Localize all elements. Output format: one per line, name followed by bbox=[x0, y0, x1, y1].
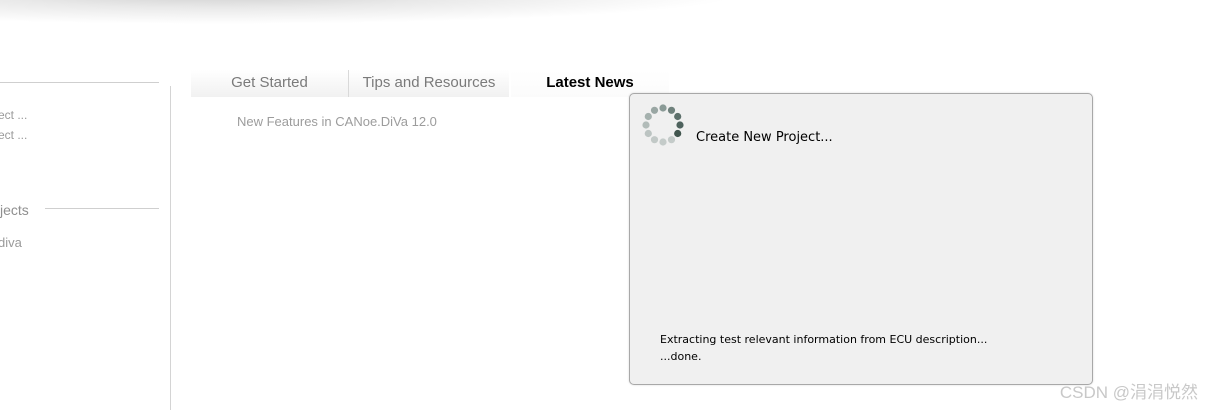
status-message: Extracting test relevant information fro… bbox=[660, 333, 988, 346]
spinner-icon bbox=[642, 104, 684, 146]
dialog-title: Create New Project... bbox=[696, 130, 833, 145]
left-divider bbox=[0, 82, 159, 83]
panel-separator bbox=[170, 86, 171, 410]
news-item-link[interactable]: New Features in CANoe.DiVa 12.0 bbox=[237, 114, 437, 129]
status-message-done: ...done. bbox=[660, 350, 702, 363]
projects-divider bbox=[45, 208, 159, 209]
tab-tips-and-resources[interactable]: Tips and Resources bbox=[349, 70, 509, 97]
projects-heading: jects bbox=[0, 202, 29, 218]
recent-action-2[interactable]: ect ... bbox=[0, 128, 27, 142]
top-banner bbox=[0, 0, 1212, 40]
create-project-dialog: Create New Project... Extracting test re… bbox=[629, 93, 1093, 385]
project-item-diva[interactable]: diva bbox=[0, 235, 22, 250]
watermark: CSDN @涓涓悦然 bbox=[1059, 383, 1198, 402]
recent-action-1[interactable]: ect ... bbox=[0, 108, 27, 122]
tab-get-started[interactable]: Get Started bbox=[191, 70, 348, 97]
